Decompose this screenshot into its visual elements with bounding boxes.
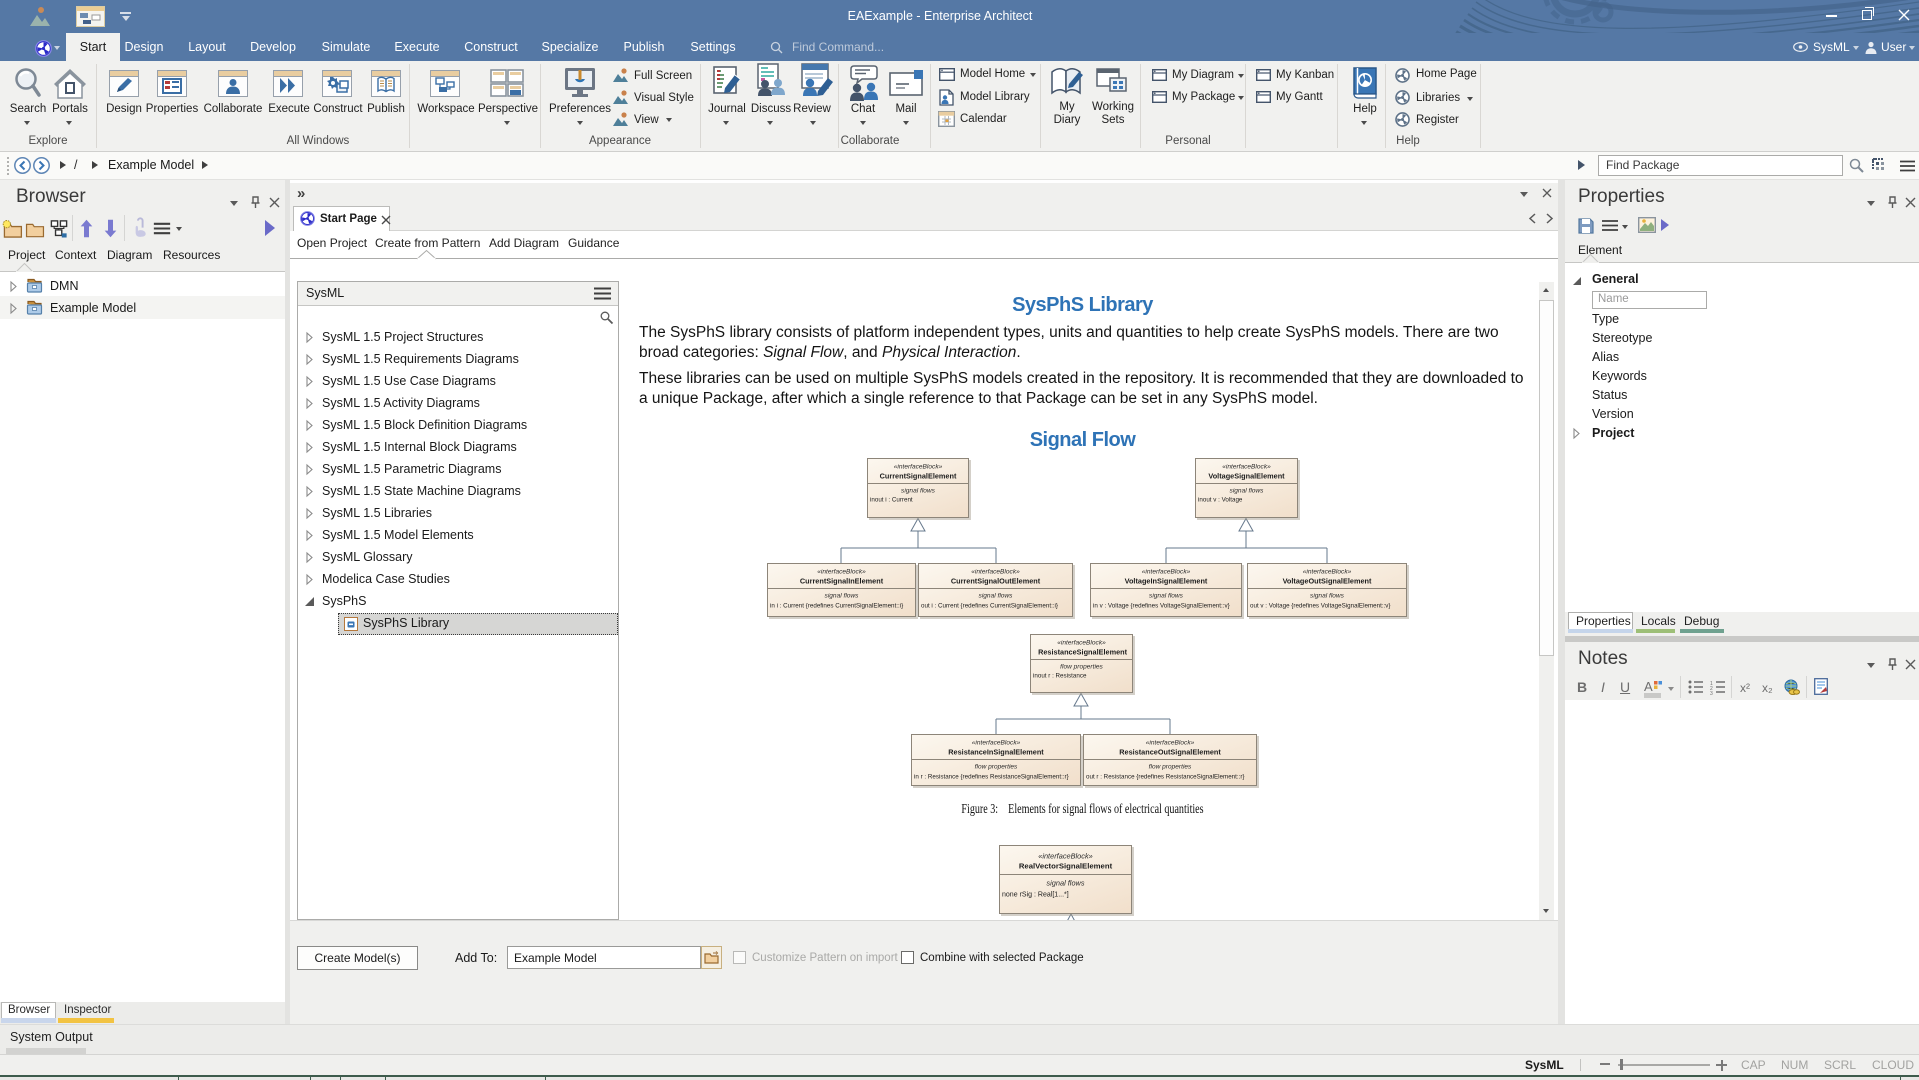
svg-text:3: 3 bbox=[1710, 691, 1713, 697]
